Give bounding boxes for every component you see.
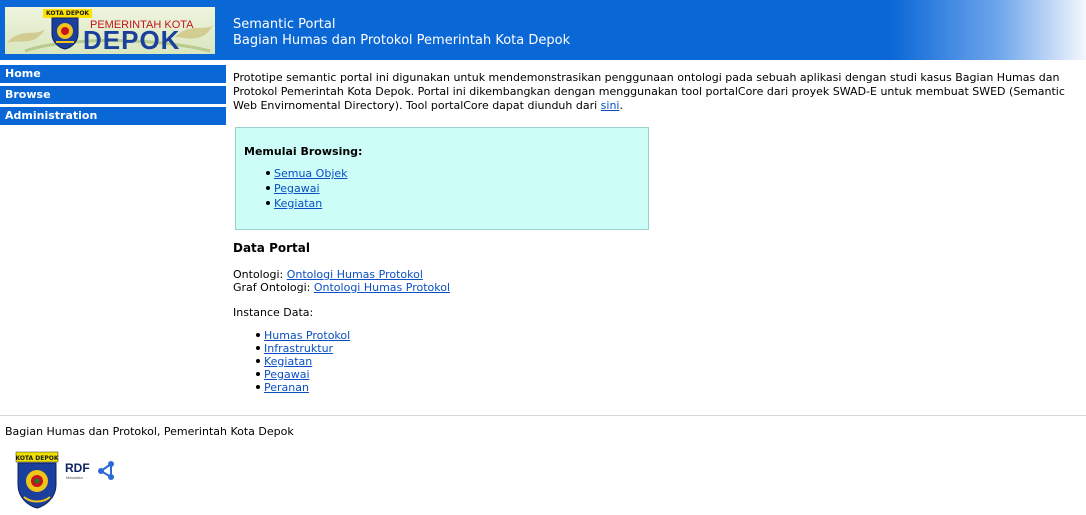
bullet-icon	[256, 359, 260, 363]
logo-text-line2: DEPOK	[83, 25, 181, 54]
rdf-label: RDF	[65, 461, 90, 475]
instance-list: Humas Protokol Infrastruktur Kegiatan Pe…	[256, 329, 350, 394]
instance-link-humas-protokol[interactable]: Humas Protokol	[264, 329, 350, 342]
bullet-icon	[256, 372, 260, 376]
list-item: Infrastruktur	[256, 342, 350, 355]
site-title: Semantic Portal Bagian Humas dan Protoko…	[233, 17, 570, 49]
site-logo[interactable]: KOTA DEPOK PEMERINTAH KOTA DEPOK	[5, 7, 215, 54]
list-item: Semua Objek	[266, 166, 348, 181]
intro-end: .	[619, 99, 624, 112]
data-portal-heading: Data Portal	[233, 241, 310, 255]
list-item: Kegiatan	[266, 196, 348, 211]
bullet-icon	[266, 186, 270, 190]
list-item: Kegiatan	[256, 355, 350, 368]
instance-link-infrastruktur[interactable]: Infrastruktur	[264, 342, 333, 355]
browse-link-semua-objek[interactable]: Semua Objek	[274, 167, 348, 180]
browse-title: Memulai Browsing:	[244, 145, 363, 158]
rdf-metadata-icon[interactable]: RDF Metadata	[63, 459, 117, 481]
instance-link-pegawai[interactable]: Pegawai	[264, 368, 310, 381]
city-emblem-icon	[51, 17, 79, 50]
browse-link-pegawai[interactable]: Pegawai	[274, 182, 320, 195]
nav-item-administration[interactable]: Administration	[0, 107, 226, 125]
emblem-tag: KOTA DEPOK	[15, 455, 58, 462]
download-link[interactable]: sini	[601, 99, 620, 112]
nav-item-browse[interactable]: Browse	[0, 86, 226, 104]
ontologi-label: Ontologi:	[233, 268, 287, 281]
rdf-sub: Metadata	[66, 475, 83, 480]
browse-link-kegiatan[interactable]: Kegiatan	[274, 197, 322, 210]
nav-item-home[interactable]: Home	[0, 65, 226, 83]
browse-list: Semua Objek Pegawai Kegiatan	[266, 166, 348, 211]
bullet-icon	[256, 333, 260, 337]
list-item: Peranan	[256, 381, 350, 394]
footer-divider	[0, 415, 1086, 416]
list-item: Pegawai	[256, 368, 350, 381]
browse-panel: Memulai Browsing: Semua Objek Pegawai Ke…	[235, 127, 649, 230]
ontologi-row: Ontologi: Ontologi Humas Protokol	[233, 268, 423, 281]
site-title-line2: Bagian Humas dan Protokol Pemerintah Kot…	[233, 33, 571, 48]
main-content: Prototipe semantic portal ini digunakan …	[233, 71, 1073, 394]
graf-ontologi-link[interactable]: Ontologi Humas Protokol	[314, 281, 450, 294]
intro-paragraph: Prototipe semantic portal ini digunakan …	[233, 71, 1073, 113]
bullet-icon	[256, 385, 260, 389]
list-item: Pegawai	[266, 181, 348, 196]
graf-label: Graf Ontologi:	[233, 281, 314, 294]
ontologi-link[interactable]: Ontologi Humas Protokol	[287, 268, 423, 281]
header-bar: KOTA DEPOK PEMERINTAH KOTA DEPOK Semanti…	[0, 0, 1086, 60]
list-item: Humas Protokol	[256, 329, 350, 342]
instance-data-heading: Instance Data:	[233, 306, 314, 319]
sidebar-nav: Home Browse Administration	[0, 65, 226, 128]
instance-link-kegiatan[interactable]: Kegiatan	[264, 355, 312, 368]
bullet-icon	[256, 346, 260, 350]
instance-link-peranan[interactable]: Peranan	[264, 381, 309, 394]
graf-ontologi-row: Graf Ontologi: Ontologi Humas Protokol	[233, 281, 450, 294]
bullet-icon	[266, 201, 270, 205]
city-emblem-icon: KOTA DEPOK	[15, 451, 59, 509]
intro-text: Prototipe semantic portal ini digunakan …	[233, 71, 1065, 112]
site-title-line1: Semantic Portal	[233, 17, 336, 32]
footer-text: Bagian Humas dan Protokol, Pemerintah Ko…	[5, 425, 294, 438]
bullet-icon	[266, 171, 270, 175]
